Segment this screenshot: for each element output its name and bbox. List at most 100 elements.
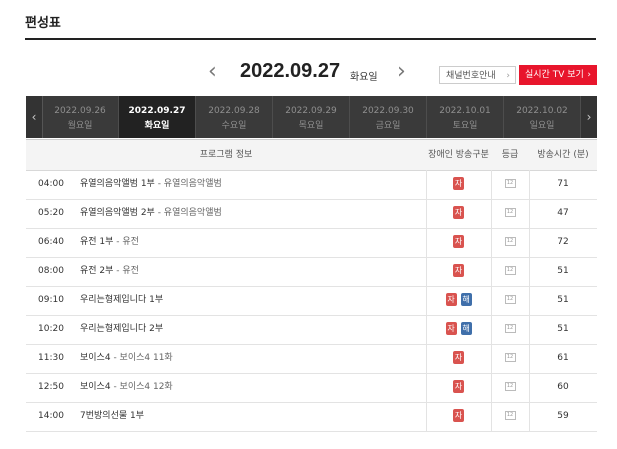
row-grade: 12 — [491, 170, 529, 199]
row-duration: 59 — [557, 411, 569, 421]
rating-icon: 12 — [504, 179, 516, 188]
row-duration: 60 — [557, 382, 569, 392]
row-disability: 자 — [426, 257, 491, 286]
row-grade: 12 — [491, 402, 529, 431]
row-duration: 51 — [557, 324, 569, 334]
program-title: 보이스4 — [80, 353, 111, 363]
program-title: 유전 1부 — [80, 237, 114, 247]
row-disability: 자 — [426, 344, 491, 373]
closed-caption-badge: 자 — [453, 235, 464, 248]
row-time: 09:10 — [38, 295, 64, 305]
tab-date-label: 2022.10.02 — [516, 106, 568, 116]
page-title: 편성표 — [25, 16, 61, 31]
row-disability: 자 — [426, 199, 491, 228]
table-row[interactable]: 10:20 우리는형제입니다 2부 자 해 12 51 — [26, 315, 597, 345]
row-time: 10:20 — [38, 324, 64, 334]
tab-date[interactable]: 2022.10.01 토요일 — [427, 96, 504, 138]
header-duration: 방송시간 (분) — [537, 150, 589, 160]
row-time: 12:50 — [38, 382, 64, 392]
row-disability: 자해 — [426, 315, 491, 344]
row-grade: 12 — [491, 373, 529, 402]
program-subtitle: - 유전 — [113, 266, 139, 276]
rating-icon: 12 — [504, 237, 516, 246]
row-time: 14:00 — [38, 411, 64, 421]
closed-caption-badge: 자 — [453, 264, 464, 277]
tab-date-label: 2022.09.30 — [362, 106, 414, 116]
tab-date-label: 2022.10.01 — [439, 106, 491, 116]
sign-language-badge: 해 — [460, 293, 472, 306]
row-duration: 71 — [557, 179, 569, 189]
table-row[interactable]: 11:30 보이스4 - 보이스4 11화 자 12 61 — [26, 344, 597, 374]
tabs-prev-icon[interactable]: ‹ — [26, 96, 43, 138]
live-tv-label: 실시간 TV 보기 — [525, 70, 584, 80]
row-program[interactable]: 유열의음악앨범 2부 - 유열의음악앨범 — [80, 199, 420, 228]
program-title: 7번방의선물 1부 — [80, 411, 144, 421]
tab-date[interactable]: 2022.09.29 목요일 — [273, 96, 350, 138]
tab-date-label: 2022.09.28 — [208, 106, 260, 116]
tab-date[interactable]: 2022.09.28 수요일 — [196, 96, 273, 138]
date-tabs: ‹ › 2022.09.26 월요일 2022.09.27 화요일 2022.09.28… — [26, 96, 597, 138]
table-row[interactable]: 04:00 유열의음악앨범 1부 - 유열의음악앨범 자 12 71 — [26, 170, 597, 200]
channel-guide-label: 채널번호안내 — [446, 71, 496, 81]
table-row[interactable]: 14:00 7번방의선물 1부 자 12 59 — [26, 402, 597, 432]
tab-date[interactable]: 2022.09.30 금요일 — [350, 96, 427, 138]
table-row[interactable]: 08:00 유전 2부 - 유전 자 12 51 — [26, 257, 597, 287]
table-row[interactable]: 12:50 보이스4 - 보이스4 12화 자 12 60 — [26, 373, 597, 403]
row-program[interactable]: 보이스4 - 보이스4 12화 — [80, 373, 420, 402]
live-tv-button[interactable]: 실시간 TV 보기 › — [519, 65, 597, 85]
closed-caption-badge: 자 — [453, 380, 464, 393]
chevron-right-icon: › — [506, 71, 510, 81]
row-program[interactable]: 보이스4 - 보이스4 11화 — [80, 344, 420, 373]
row-grade: 12 — [491, 228, 529, 257]
closed-caption-badge: 자 — [453, 409, 464, 422]
tab-day-label: 금요일 — [375, 121, 401, 131]
row-program[interactable]: 우리는형제입니다 2부 — [80, 315, 420, 344]
tab-day-label: 화요일 — [144, 121, 170, 131]
row-program[interactable]: 7번방의선물 1부 — [80, 402, 420, 431]
tab-date[interactable]: 2022.10.02 일요일 — [504, 96, 581, 138]
row-program[interactable]: 유전 2부 - 유전 — [80, 257, 420, 286]
row-time: 06:40 — [38, 237, 64, 247]
row-time: 05:20 — [38, 208, 64, 218]
row-duration: 51 — [557, 266, 569, 276]
closed-caption-badge: 자 — [445, 293, 457, 306]
tab-date[interactable]: 2022.09.27 화요일 — [119, 96, 196, 138]
tab-day-label: 목요일 — [298, 121, 324, 131]
tab-date[interactable]: 2022.09.26 월요일 — [42, 96, 119, 138]
program-title: 우리는형제입니다 1부 — [80, 295, 164, 305]
row-time: 11:30 — [38, 353, 64, 363]
tab-date-label: 2022.09.27 — [128, 106, 186, 116]
closed-caption-badge: 자 — [453, 177, 464, 190]
program-title: 유열의음악앨범 1부 — [80, 179, 155, 189]
program-title: 보이스4 — [80, 382, 111, 392]
tab-date-label: 2022.09.29 — [285, 106, 337, 116]
row-grade: 12 — [491, 199, 529, 228]
program-subtitle: - 보이스4 12화 — [110, 382, 173, 392]
row-program[interactable]: 우리는형제입니다 1부 — [80, 286, 420, 315]
row-program[interactable]: 유전 1부 - 유전 — [80, 228, 420, 257]
title-divider — [25, 38, 596, 40]
sign-language-badge: 해 — [460, 322, 472, 335]
chevron-right-icon[interactable]: › — [397, 60, 406, 84]
row-program[interactable]: 유열의음악앨범 1부 - 유열의음악앨범 — [80, 170, 420, 199]
program-title: 유열의음악앨범 2부 — [80, 208, 155, 218]
tab-day-label: 토요일 — [452, 121, 478, 131]
closed-caption-badge: 자 — [453, 351, 464, 364]
row-duration: 72 — [557, 237, 569, 247]
rating-icon: 12 — [504, 295, 516, 304]
tabs-next-icon[interactable]: › — [580, 96, 597, 138]
chevron-left-icon[interactable]: ‹ — [208, 60, 217, 84]
table-row[interactable]: 05:20 유열의음악앨범 2부 - 유열의음악앨범 자 12 47 — [26, 199, 597, 229]
closed-caption-badge: 자 — [445, 322, 457, 335]
row-time: 08:00 — [38, 266, 64, 276]
table-header: 프로그램 정보 장애인 방송구분 등급 방송시간 (분) — [26, 139, 597, 171]
row-disability: 자해 — [426, 286, 491, 315]
row-disability: 자 — [426, 228, 491, 257]
row-time: 04:00 — [38, 179, 64, 189]
table-row[interactable]: 06:40 유전 1부 - 유전 자 12 72 — [26, 228, 597, 258]
table-row[interactable]: 09:10 우리는형제입니다 1부 자 해 12 51 — [26, 286, 597, 316]
current-date: 2022.09.27 — [240, 60, 341, 82]
tab-day-label: 월요일 — [67, 121, 93, 131]
channel-guide-button[interactable]: 채널번호안내 › — [439, 66, 516, 84]
row-grade: 12 — [491, 344, 529, 373]
